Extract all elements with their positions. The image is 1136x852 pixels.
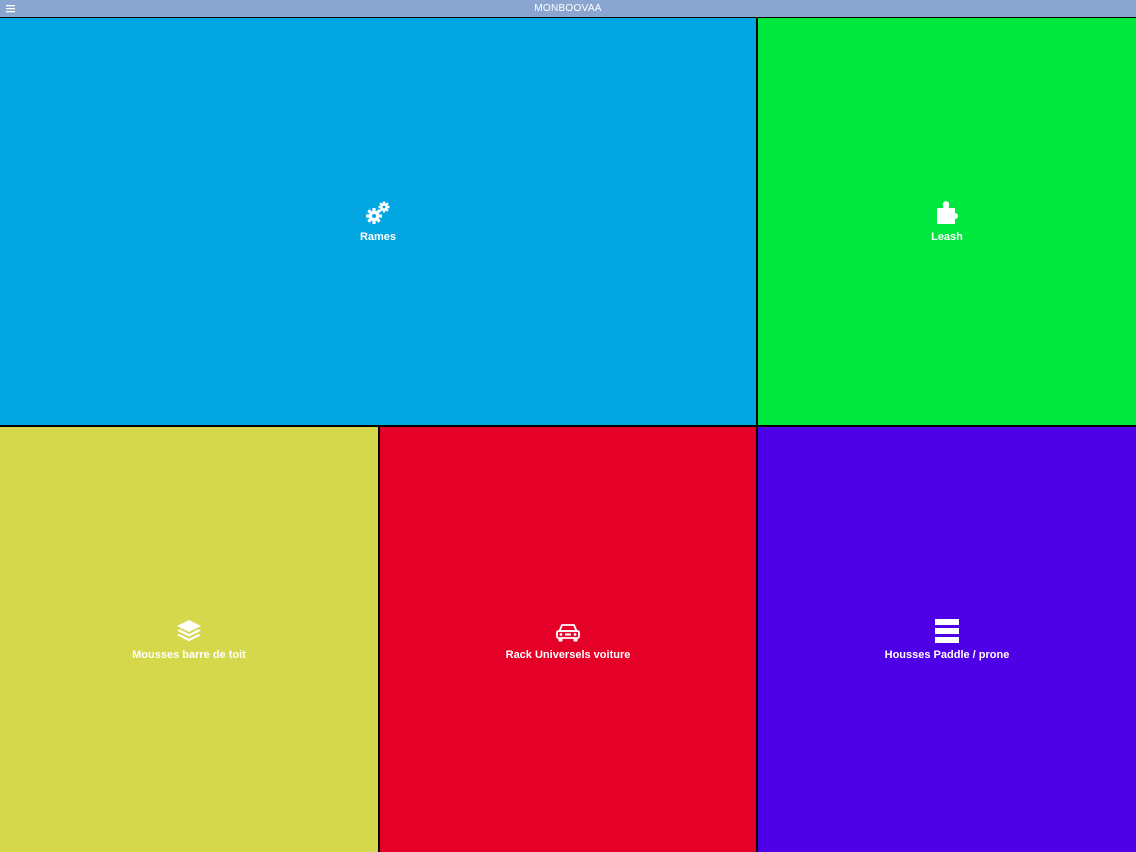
title-bar: MONBOOVAA <box>0 0 1136 17</box>
gears-icon <box>364 199 392 227</box>
tile-rames[interactable]: Rames <box>0 18 756 425</box>
tile-label: Housses Paddle / prone <box>884 649 1010 661</box>
tile-label: Rames <box>359 231 397 243</box>
tile-leash[interactable]: Leash <box>758 18 1136 425</box>
stacked-bars-icon <box>933 617 961 645</box>
app-title: MONBOOVAA <box>534 3 602 14</box>
tile-label: Leash <box>931 231 963 243</box>
hamburger-menu-icon[interactable] <box>6 4 15 13</box>
tile-rack-universels-voiture[interactable]: Rack Universels voiture <box>380 427 756 852</box>
car-icon <box>554 617 582 645</box>
puzzle-icon <box>933 199 961 227</box>
tile-label: Rack Universels voiture <box>505 649 631 661</box>
layers-icon <box>175 617 203 645</box>
tile-label: Mousses barre de toit <box>132 649 246 661</box>
tile-mousses-barre-de-toit[interactable]: Mousses barre de toit <box>0 427 378 852</box>
tile-housses-paddle-prone[interactable]: Housses Paddle / prone <box>758 427 1136 852</box>
